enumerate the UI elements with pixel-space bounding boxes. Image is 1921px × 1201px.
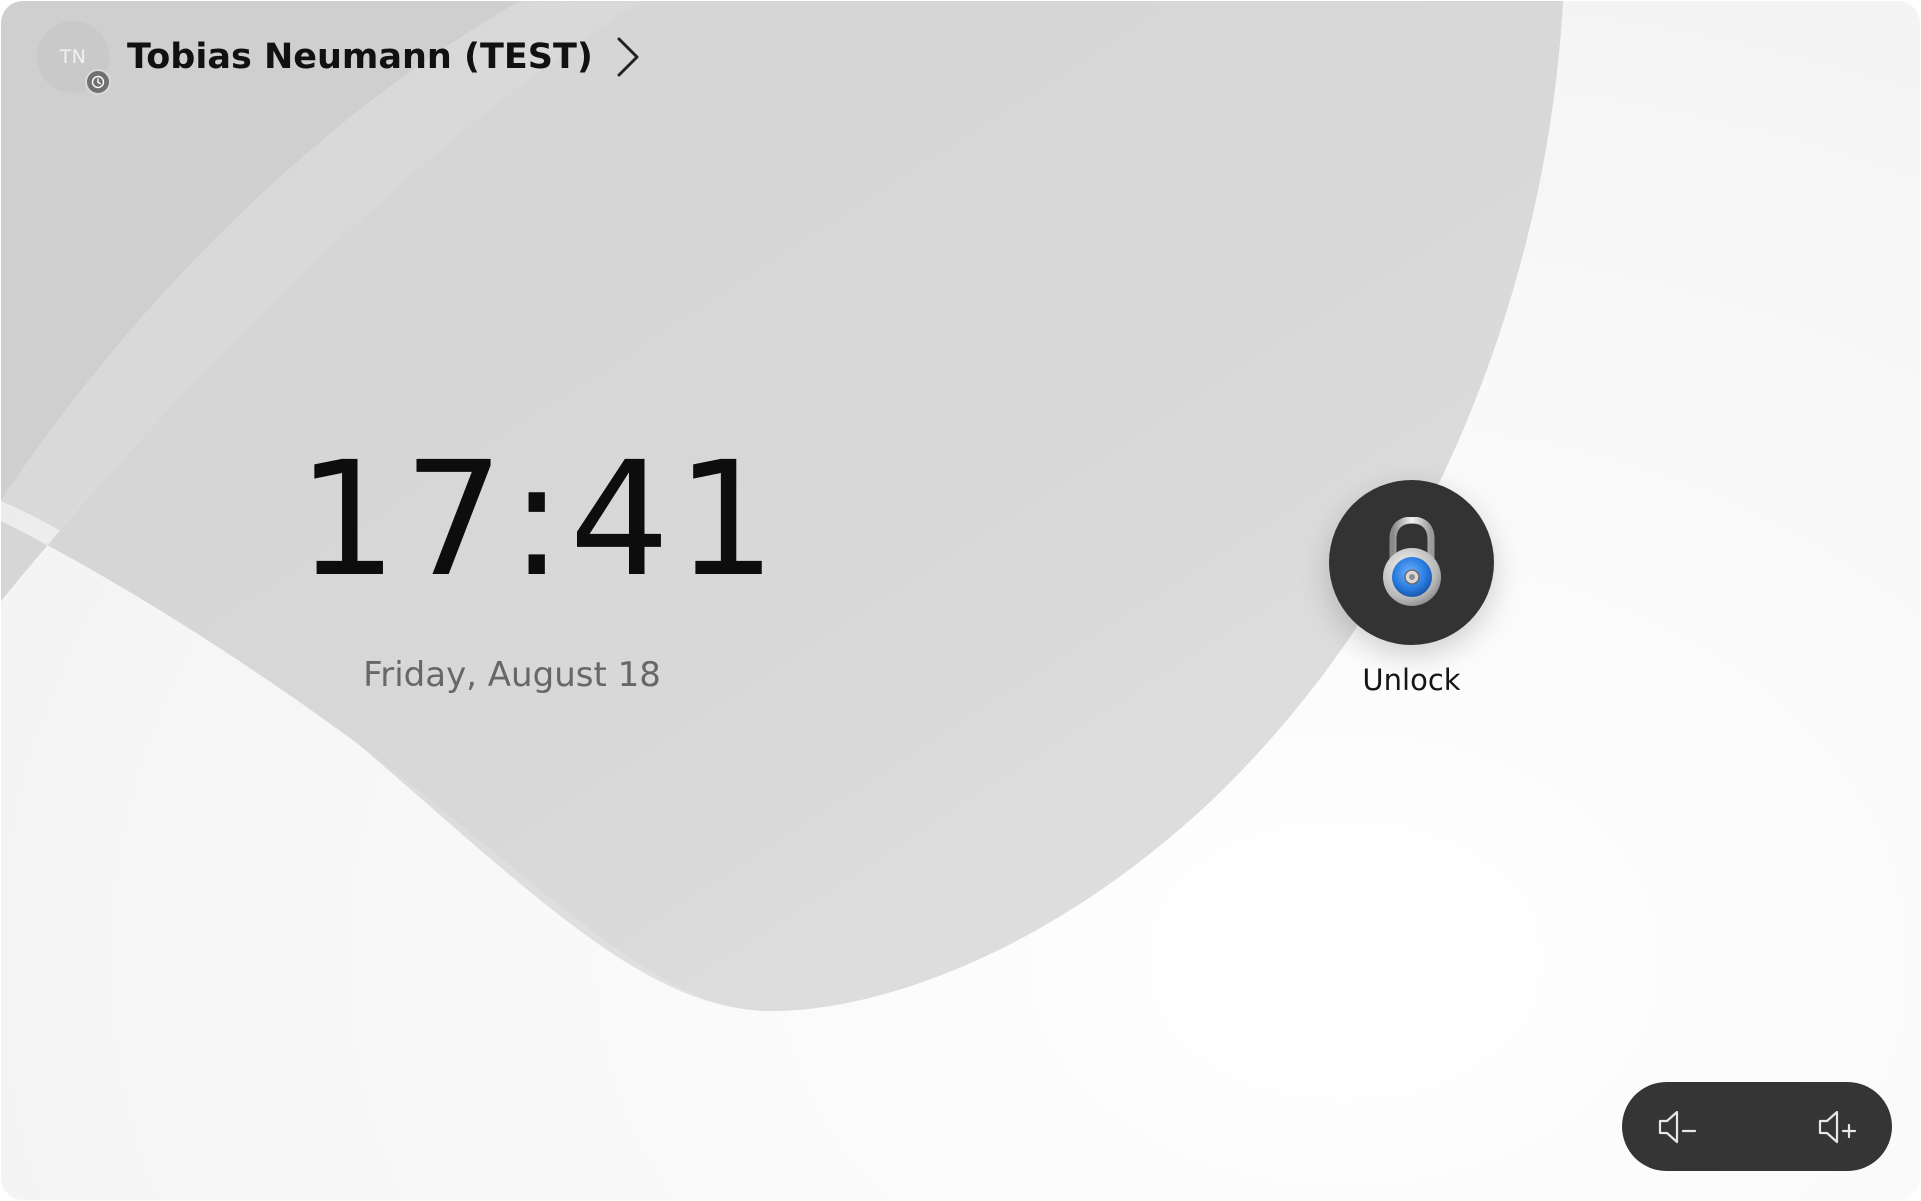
wallpaper <box>1 1 1563 1011</box>
volume-control <box>1622 1082 1892 1171</box>
clock-time: 17:41 <box>297 428 783 612</box>
avatar-initials: TN <box>59 46 87 68</box>
volume-down-icon[interactable] <box>1652 1101 1704 1153</box>
unlock-label: Unlock <box>1362 663 1461 697</box>
padlock-icon <box>1382 516 1441 606</box>
clock-date: Friday, August 18 <box>363 655 661 695</box>
user-header[interactable]: TN Tobias Neumann (TEST) <box>37 21 641 95</box>
lock-screen: TN Tobias Neumann (TEST) 17:41 Friday, A… <box>1 1 1920 1200</box>
chevron-right-icon[interactable] <box>615 35 641 79</box>
avatar: TN <box>37 21 111 95</box>
volume-up-icon[interactable] <box>1812 1101 1864 1153</box>
unlock-button[interactable]: Unlock <box>1329 480 1494 697</box>
unlock-circle[interactable] <box>1329 480 1494 645</box>
user-name[interactable]: Tobias Neumann (TEST) <box>127 37 593 77</box>
clock-status-icon <box>85 69 111 95</box>
